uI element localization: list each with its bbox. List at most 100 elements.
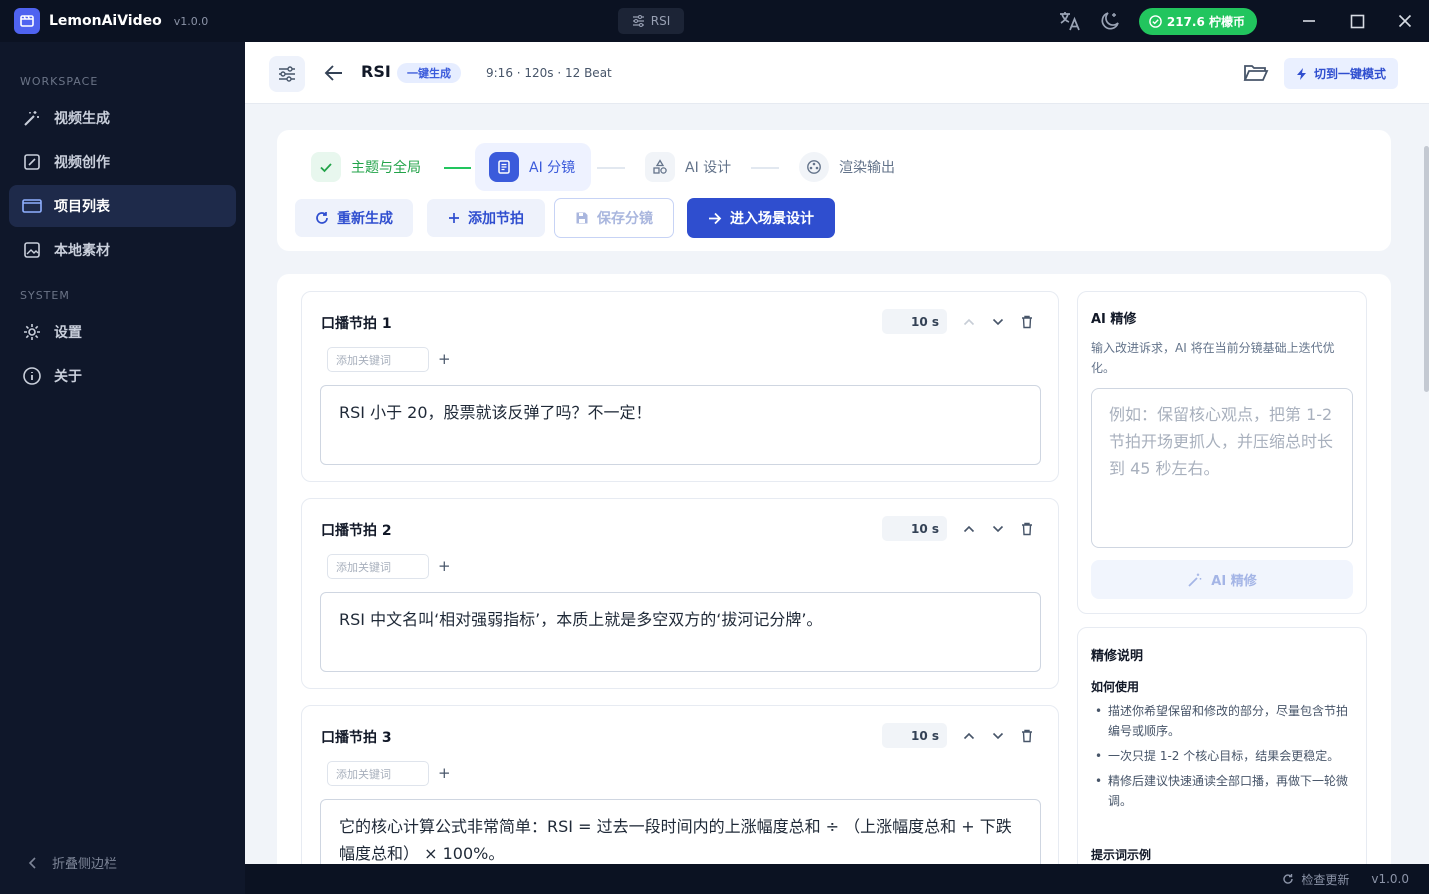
beat-script-textarea[interactable]: RSI 中文名叫‘相对强弱指标’，本质上就是多空双方的‘拔河记分牌’。 — [320, 592, 1041, 672]
step-ai-storyboard[interactable]: AI 分镜 — [475, 143, 592, 191]
close-button[interactable] — [1381, 0, 1429, 42]
keyword-input[interactable]: 添加关键词 — [327, 347, 429, 372]
sidebar-item-label: 视频创作 — [54, 155, 110, 171]
shapes-icon — [645, 152, 675, 182]
beat-duration[interactable]: 10 s — [882, 723, 947, 748]
list-item: 精修后建议快速通读全部口播，再做下一轮微调。 — [1091, 771, 1355, 811]
sidebar-item-about[interactable]: 关于 — [9, 355, 236, 397]
theme-moon-icon[interactable] — [1097, 8, 1123, 34]
switch-mode-label: 切到一键模式 — [1314, 67, 1387, 81]
ai-refine-panel: AI 精修 输入改进诉求，AI 将在当前分镜基础上迭代优化。 例如：保留核心观点… — [1077, 291, 1367, 614]
tips-title: 精修说明 — [1091, 649, 1144, 664]
sliders-icon — [279, 66, 295, 82]
storyboard-icon — [489, 152, 519, 182]
sidebar-item-label: 关于 — [54, 369, 82, 385]
step-connector — [751, 167, 779, 169]
sliders-icon — [632, 15, 644, 27]
check-update-button[interactable]: 检查更新 — [1282, 871, 1349, 888]
sidebar-item-video-generate[interactable]: 视频生成 — [9, 97, 236, 139]
open-folder-button[interactable] — [1243, 62, 1269, 88]
list-item: 一次只提 1-2 个核心目标，结果会更稳定。 — [1091, 746, 1355, 766]
window-title-tab[interactable]: RSI — [618, 8, 684, 34]
system-section-label: SYSTEM — [20, 289, 70, 302]
step-label: AI 分镜 — [529, 160, 576, 176]
check-circle-icon — [1149, 14, 1162, 28]
refresh-icon — [1283, 874, 1294, 884]
collapse-sidebar-button[interactable]: 折叠侧边栏 — [28, 853, 117, 872]
list-item: 描述你希望保留和修改的部分，尽量包含节拍编号或顺序。 — [1091, 701, 1355, 741]
move-up-icon[interactable] — [960, 313, 978, 331]
sidebar-item-local-assets[interactable]: 本地素材 — [9, 229, 236, 271]
trash-icon[interactable] — [1018, 520, 1036, 538]
sidebar-item-video-create[interactable]: 视频创作 — [9, 141, 236, 183]
beat-script-textarea[interactable]: 它的核心计算公式非常简单：RSI = 过去一段时间内的上涨幅度总和 ÷ （上涨幅… — [320, 799, 1041, 864]
plus-icon — [449, 213, 459, 223]
add-keyword-icon[interactable]: + — [438, 764, 451, 782]
app-version: v1.0.0 — [173, 14, 209, 28]
sidebar-item-label: 设置 — [54, 325, 82, 341]
next-scene-design-button[interactable]: 进入场景设计 — [687, 198, 835, 238]
workflow-steps-card: 主题与全局 AI 分镜 AI 设计 渲染输出 重新生成 添加节拍 保存分镜 进入… — [277, 130, 1391, 251]
image-icon — [22, 240, 42, 260]
regenerate-button[interactable]: 重新生成 — [295, 199, 413, 237]
move-up-icon[interactable] — [960, 520, 978, 538]
save-icon — [576, 212, 588, 224]
maximize-icon — [1350, 14, 1364, 28]
coin-balance-label: 217.6 柠檬币 — [1166, 14, 1245, 29]
move-down-icon[interactable] — [989, 727, 1007, 745]
app-brand: LemonAiVideo v1.0.0 — [0, 0, 245, 42]
beat-title: 口播节拍 2 — [321, 523, 392, 539]
minimize-button[interactable] — [1285, 0, 1333, 42]
add-beat-button[interactable]: 添加节拍 — [427, 199, 545, 237]
app-logo-icon — [14, 8, 40, 34]
info-icon — [22, 366, 42, 386]
move-up-icon[interactable] — [960, 727, 978, 745]
close-icon — [1398, 14, 1412, 28]
move-down-icon[interactable] — [989, 313, 1007, 331]
step-theme[interactable]: 主题与全局 — [311, 151, 421, 183]
save-storyboard-button[interactable]: 保存分镜 — [554, 198, 674, 238]
add-keyword-icon[interactable]: + — [438, 350, 451, 368]
film-reel-icon — [799, 152, 829, 182]
beat-script-textarea[interactable]: RSI 小于 20，股票就该反弹了吗？不一定！ — [320, 385, 1041, 465]
trash-icon[interactable] — [1018, 727, 1036, 745]
move-down-icon[interactable] — [989, 520, 1007, 538]
switch-mode-button[interactable]: 切到一键模式 — [1284, 58, 1399, 89]
beat-card: 口播节拍 1 10 s 添加关键词 + RSI 小于 20，股票就该反弹了吗？不… — [301, 291, 1059, 482]
project-meta: 9:16 · 120s · 12 Beat — [486, 66, 612, 80]
step-ai-design[interactable]: AI 设计 — [645, 151, 731, 183]
folder-open-icon — [1243, 65, 1269, 81]
chevron-left-icon — [28, 856, 36, 869]
sidebar-item-label: 本地素材 — [54, 243, 110, 259]
add-keyword-icon[interactable]: + — [438, 557, 451, 575]
magic-wand-icon — [22, 108, 42, 128]
step-connector — [597, 167, 625, 169]
maximize-button[interactable] — [1333, 0, 1381, 42]
step-label: 渲染输出 — [839, 160, 895, 176]
app-name: LemonAiVideo — [49, 13, 162, 29]
trash-icon[interactable] — [1018, 313, 1036, 331]
beat-duration[interactable]: 10 s — [882, 309, 947, 334]
ai-refine-button[interactable]: AI 精修 — [1091, 560, 1353, 599]
translate-icon[interactable] — [1057, 8, 1083, 34]
sidebar-item-project-list[interactable]: 项目列表 — [9, 185, 236, 227]
keyword-input[interactable]: 添加关键词 — [327, 761, 429, 786]
back-button[interactable] — [323, 62, 345, 84]
add-beat-label: 添加节拍 — [468, 211, 524, 227]
next-scene-design-label: 进入场景设计 — [730, 211, 814, 227]
coin-balance-badge[interactable]: 217.6 柠檬币 — [1138, 7, 1257, 35]
beat-duration[interactable]: 10 s — [882, 516, 947, 541]
scrollbar[interactable] — [1424, 146, 1429, 392]
step-render-output[interactable]: 渲染输出 — [799, 151, 895, 183]
project-header: RSI 一键生成 9:16 · 120s · 12 Beat 切到一键模式 — [245, 42, 1429, 104]
settings-panel-button[interactable] — [269, 56, 305, 92]
lightning-icon — [1297, 67, 1306, 80]
check-icon — [311, 152, 341, 182]
sidebar-item-settings[interactable]: 设置 — [9, 311, 236, 353]
status-bar: 检查更新 v1.0.0 — [245, 864, 1429, 894]
folder-icon — [22, 196, 42, 216]
ai-refine-desc: 输入改进诉求，AI 将在当前分镜基础上迭代优化。 — [1091, 341, 1335, 375]
step-label: 主题与全局 — [351, 160, 421, 176]
keyword-input[interactable]: 添加关键词 — [327, 554, 429, 579]
refine-prompt-textarea[interactable]: 例如：保留核心观点，把第 1-2 节拍开场更抓人，并压缩总时长到 45 秒左右。 — [1091, 388, 1353, 548]
